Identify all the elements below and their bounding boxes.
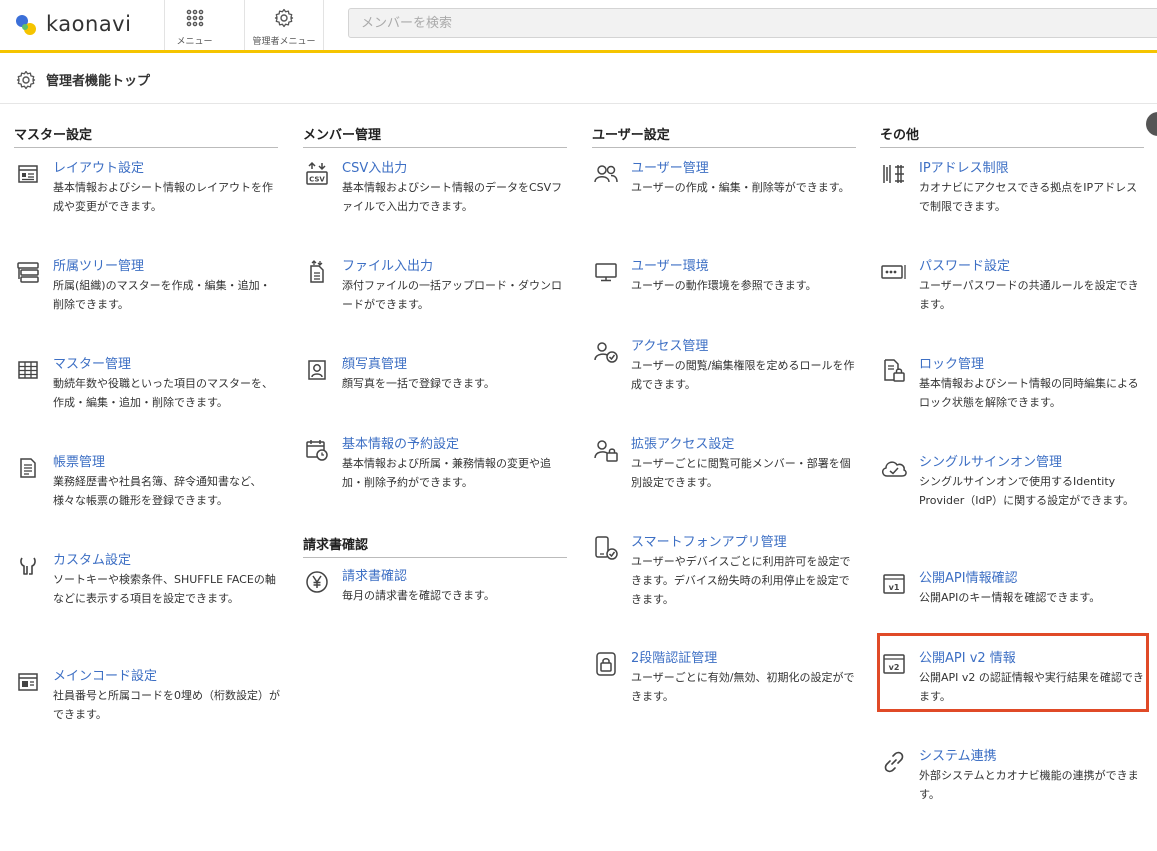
wrench-icon <box>14 552 42 580</box>
item-description: 業務経歴書や社員名簿、辞令通知書など、様々な帳票の雛形を登録できます。 <box>53 475 262 507</box>
item-description: ユーザーの閲覧/編集権限を定めるロールを作成できます。 <box>631 359 855 391</box>
admin-menu-button[interactable]: 管理者メニュー <box>244 0 324 50</box>
column-user-settings: ユーザー設定 ユーザー管理 ユーザーの作成・編集・削除等ができます。 ユーザー環… <box>592 124 856 703</box>
item-description: 基本情報およびシート情報の同時編集によるロック状態を解除できます。 <box>919 377 1139 409</box>
item-title[interactable]: ファイル入出力 <box>342 258 570 276</box>
item-description: 毎月の請求書を確認できます。 <box>342 589 495 602</box>
section-heading: メンバー管理 <box>303 124 567 148</box>
item-title[interactable]: 拡張アクセス設定 <box>631 436 859 454</box>
file-lock-icon <box>880 356 908 384</box>
item-description: ユーザーやデバイスごとに利用許可を設定できます。デバイス紛失時の利用停止を設定で… <box>631 555 851 606</box>
section-heading: その他 <box>880 124 1144 148</box>
item-description: ユーザーパスワードの共通ルールを設定できます。 <box>919 279 1139 311</box>
link-icon <box>880 748 908 776</box>
user-check-icon <box>592 338 620 366</box>
item-description: 所属(組織)のマスターを作成・編集・追加・削除できます。 <box>53 279 271 311</box>
file-transfer-icon <box>303 258 331 286</box>
item-title[interactable]: マスター管理 <box>53 356 281 374</box>
menu-button[interactable]: メニュー <box>164 0 224 50</box>
section-heading-invoice: 請求書確認 <box>303 534 567 558</box>
layout-icon <box>14 160 42 188</box>
item-description: 外部システムとカオナビ機能の連携ができます。 <box>919 769 1139 801</box>
settings-gear-icon <box>16 70 36 89</box>
portrait-icon <box>303 356 331 384</box>
item-description: 顔写真を一括で登録できます。 <box>342 377 495 390</box>
item-title[interactable]: IPアドレス制限 <box>919 160 1147 178</box>
calendar-clock-icon <box>303 436 331 464</box>
svg-text:CSV: CSV <box>309 176 325 184</box>
item-title[interactable]: パスワード設定 <box>919 258 1147 276</box>
item-description: 基本情報およびシート情報のレイアウトを作成や変更ができます。 <box>53 181 273 213</box>
csv-icon: CSV <box>303 160 331 188</box>
member-search[interactable] <box>348 8 1157 38</box>
document-icon <box>14 454 42 482</box>
grid-icon <box>186 9 203 27</box>
item-title[interactable]: レイアウト設定 <box>53 160 281 178</box>
item-description: ソートキーや検索条件、SHUFFLE FACEの軸などに表示する項目を設定できま… <box>53 573 276 605</box>
highlight-box <box>877 633 1149 712</box>
column-master-settings: マスター設定 レイアウト設定 基本情報およびシート情報のレイアウトを作成や変更が… <box>14 124 280 721</box>
code-icon <box>14 668 42 696</box>
item-description: 添付ファイルの一括アップロード・ダウンロードができます。 <box>342 279 562 311</box>
ip-icon <box>880 160 908 188</box>
svg-text:v1: v1 <box>889 583 900 592</box>
item-description: 公開APIのキー情報を確認できます。 <box>919 591 1101 604</box>
kaonavi-logo[interactable]: kaonavi <box>14 9 131 39</box>
cloud-icon <box>880 454 908 482</box>
item-title[interactable]: CSV入出力 <box>342 160 570 178</box>
item-description: シングルサインオンで使用するIdentity Provider（IdP）に関する… <box>919 475 1135 507</box>
smartphone-check-icon <box>592 534 620 562</box>
yen-icon <box>303 568 331 596</box>
item-description: ユーザーの動作環境を参照できます。 <box>631 279 817 292</box>
item-title[interactable]: 公開API情報確認 <box>919 570 1147 588</box>
menu-label: メニュー <box>176 37 213 47</box>
item-title[interactable]: システム連携 <box>919 748 1147 766</box>
logo-text: kaonavi <box>46 12 132 36</box>
user-lock-icon <box>592 436 620 464</box>
column-member-management: メンバー管理 CSV CSV入出力 基本情報およびシート情報のデータをCSVファ… <box>303 124 567 602</box>
item-description: 動続年数や役職といった項目のマスターを、作成・編集・追加・削除できます。 <box>53 377 273 409</box>
item-title[interactable]: 帳票管理 <box>53 454 281 472</box>
users-icon <box>592 160 620 188</box>
item-title[interactable]: メインコード設定 <box>53 668 281 686</box>
item-title[interactable]: スマートフォンアプリ管理 <box>631 534 859 552</box>
item-title[interactable]: アクセス管理 <box>631 338 859 356</box>
section-heading: ユーザー設定 <box>592 124 856 148</box>
kaonavi-logo-icon <box>16 15 36 35</box>
item-title[interactable]: 所属ツリー管理 <box>53 258 281 276</box>
item-description: ユーザーごとに閲覧可能メンバー・部署を個別設定できます。 <box>631 457 851 489</box>
item-title[interactable]: 請求書確認 <box>342 568 570 586</box>
item-title[interactable]: カスタム設定 <box>53 552 281 570</box>
item-title[interactable]: ロック管理 <box>919 356 1147 374</box>
two-factor-icon <box>592 650 620 678</box>
item-description: ユーザーの作成・編集・削除等ができます。 <box>631 181 850 194</box>
password-icon <box>880 258 908 286</box>
top-bar: kaonavi メニュー 管理者メニュー <box>0 0 1157 53</box>
item-description: 基本情報およびシート情報のデータをCSVファイルで入出力できます。 <box>342 181 563 213</box>
item-description: ユーザーごとに有効/無効、初期化の設定ができます。 <box>631 671 855 703</box>
item-title[interactable]: ユーザー環境 <box>631 258 859 276</box>
side-toggle-button[interactable] <box>1146 112 1157 136</box>
item-title[interactable]: 顔写真管理 <box>342 356 570 374</box>
page-title: 管理者機能トップ <box>46 74 151 89</box>
item-description: 基本情報および所属・兼務情報の変更や追加・削除予約ができます。 <box>342 457 551 489</box>
item-title[interactable]: 2段階認証管理 <box>631 650 859 668</box>
item-title[interactable]: ユーザー管理 <box>631 160 859 178</box>
search-input[interactable] <box>349 9 1157 37</box>
api-v1-icon: v1 <box>880 570 908 598</box>
item-title[interactable]: 基本情報の予約設定 <box>342 436 570 454</box>
page-header: 管理者機能トップ <box>0 56 1157 104</box>
table-icon <box>14 356 42 384</box>
tree-icon <box>14 258 42 286</box>
admin-menu-label: 管理者メニュー <box>252 37 316 47</box>
item-description: カオナビにアクセスできる拠点をIPアドレスで制限できます。 <box>919 181 1138 213</box>
section-heading: マスター設定 <box>14 124 278 148</box>
monitor-icon <box>592 258 620 286</box>
gear-icon <box>274 8 294 28</box>
item-description: 社員番号と所属コードを0埋め（桁数設定）ができます。 <box>53 689 280 721</box>
column-others: その他 IPアドレス制限 カオナビにアクセスできる拠点をIPアドレスで制限できま… <box>880 124 1144 801</box>
item-title[interactable]: シングルサインオン管理 <box>919 454 1147 472</box>
